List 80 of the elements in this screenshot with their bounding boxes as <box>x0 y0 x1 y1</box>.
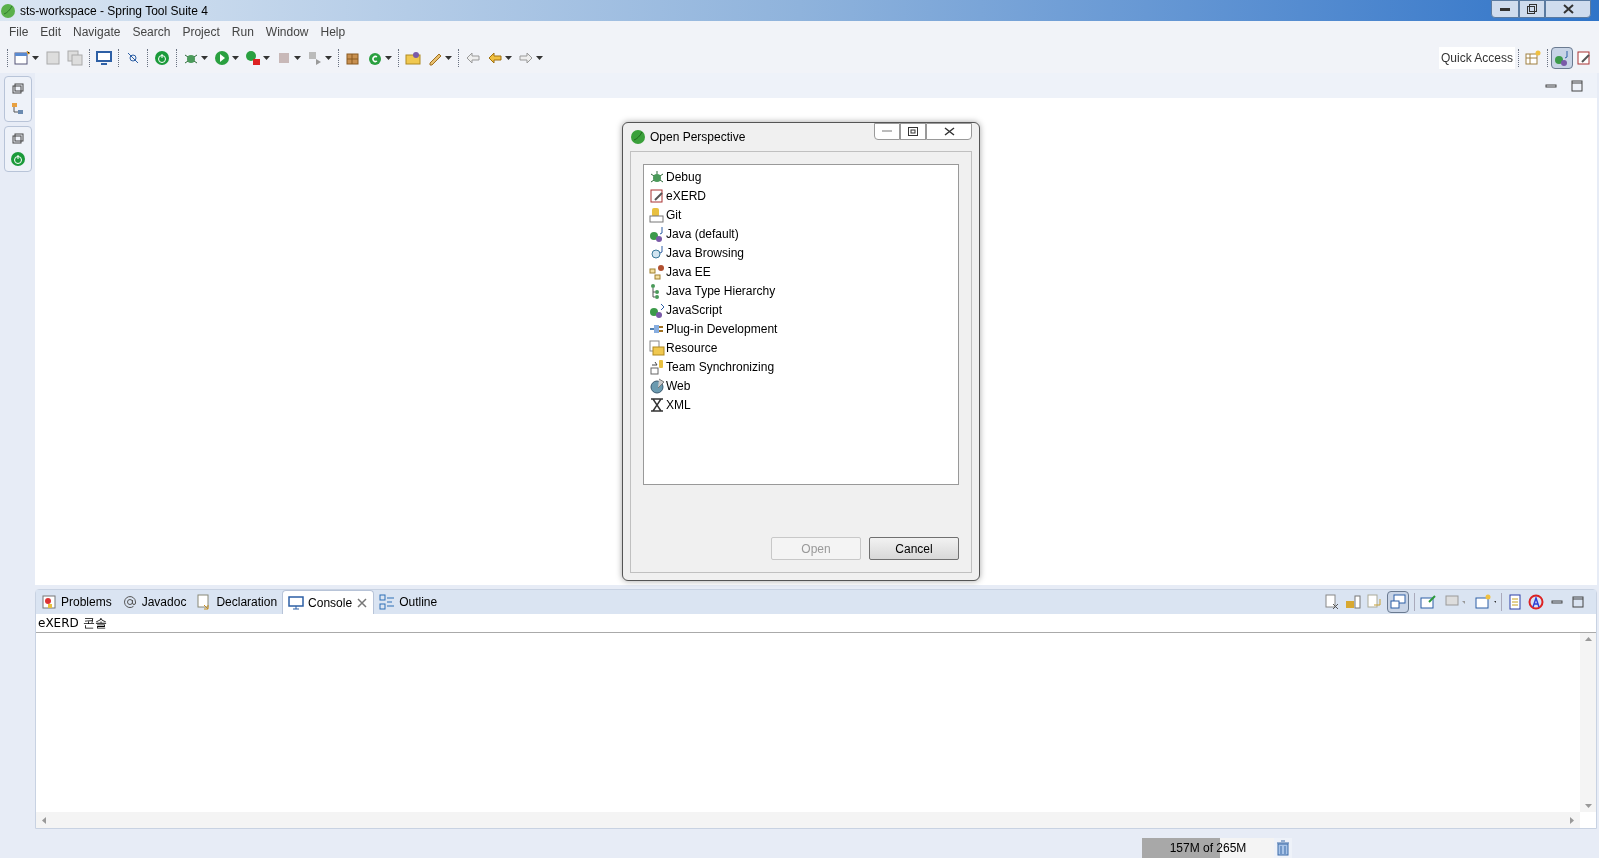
perspective-item[interactable]: Java Type Hierarchy <box>649 281 778 300</box>
power-icon <box>9 151 26 167</box>
panel-tab[interactable]: Problems <box>36 590 117 614</box>
left-arrow-icon <box>42 816 46 824</box>
minimize-icon <box>1500 7 1510 11</box>
script-perspective-icon <box>649 301 665 318</box>
menu-item[interactable]: Project <box>176 22 226 41</box>
restore-icon <box>9 81 26 97</box>
menu-item[interactable]: Help <box>314 22 352 41</box>
window-title: sts-workspace - Spring Tool Suite 4 <box>20 2 208 20</box>
letter-a-circle-icon <box>1528 594 1544 610</box>
maximize-button[interactable] <box>900 123 926 140</box>
perspective-item[interactable]: Team Synchronizing <box>649 357 777 376</box>
garbage-collect-button[interactable] <box>1274 838 1292 858</box>
clear-console-icon <box>1324 594 1340 610</box>
perspective-item[interactable]: JavaScript <box>649 300 725 319</box>
close-button[interactable] <box>926 123 972 140</box>
close-icon[interactable] <box>356 596 369 609</box>
up-arrow-icon <box>1584 637 1592 641</box>
down-arrow-icon <box>1584 804 1592 808</box>
menu-item[interactable]: Search <box>126 22 177 41</box>
menu-item[interactable]: Edit <box>34 22 68 41</box>
monitor-icon <box>288 594 305 611</box>
console-title: eXERD 콘솔 <box>38 615 107 632</box>
perspective-item[interactable]: XML <box>649 395 693 414</box>
maximize-icon <box>1570 594 1586 610</box>
perspective-item[interactable]: Resource <box>649 338 720 357</box>
sync-icon <box>649 358 665 375</box>
pin-icon <box>1420 594 1436 610</box>
perspective-item[interactable]: Git <box>649 205 684 224</box>
bean-icon <box>649 263 665 280</box>
close-icon <box>943 127 955 136</box>
word-wrap-icon <box>1366 594 1382 610</box>
tree-icon <box>9 101 26 117</box>
perspective-item[interactable]: Java Browsing <box>649 243 747 262</box>
panel-tab[interactable]: Console <box>282 590 375 614</box>
close-button[interactable] <box>1545 0 1591 18</box>
horizontal-scrollbar[interactable] <box>36 812 1580 828</box>
menu-item[interactable]: Run <box>225 22 260 41</box>
bug-icon <box>649 168 665 185</box>
menu-item[interactable]: Window <box>259 22 315 41</box>
folder-icon <box>649 339 665 356</box>
perspective-item[interactable]: Web <box>649 376 693 395</box>
minimize-icon <box>882 130 892 133</box>
perspective-item[interactable]: Debug <box>649 167 704 186</box>
restore-icon <box>1527 4 1537 14</box>
maximize-icon <box>1569 78 1585 94</box>
perspective-item[interactable]: eXERD <box>649 186 708 205</box>
right-arrow-icon <box>1570 816 1574 824</box>
restore-icon <box>9 131 26 147</box>
minimize-button[interactable] <box>1491 0 1519 18</box>
lock-icon <box>1345 594 1361 610</box>
at-sign-icon <box>121 594 138 610</box>
leaf-logo-icon <box>0 2 16 19</box>
close-icon <box>1562 4 1574 14</box>
panel-tab[interactable]: Javadoc <box>116 590 192 614</box>
panel-tab[interactable]: Declaration <box>191 590 283 614</box>
java-perspective-button[interactable] <box>1551 46 1573 69</box>
menu-item[interactable]: Navigate <box>67 22 127 41</box>
document-pencil-icon <box>649 187 665 204</box>
dialog-button[interactable]: Cancel <box>869 537 959 560</box>
globe-icon <box>649 377 665 394</box>
perspective-item[interactable]: Plug-in Development <box>649 319 780 338</box>
outline-icon <box>379 594 396 610</box>
restore-button[interactable] <box>1519 0 1545 18</box>
heap-usage: 157M of 265M <box>1168 840 1248 857</box>
dialog-title: Open Perspective <box>650 129 746 146</box>
document-list-icon <box>1507 594 1523 610</box>
panel-tab[interactable]: Outline <box>374 590 443 614</box>
database-icon <box>649 206 665 223</box>
menu-item[interactable]: File <box>3 22 35 41</box>
java-perspective-icon <box>649 225 665 242</box>
quick-access-field[interactable]: Quick Access <box>1439 46 1515 69</box>
vertical-scrollbar[interactable] <box>1580 633 1596 812</box>
problems-icon <box>41 594 57 610</box>
perspective-item[interactable]: Java (default) <box>649 224 741 243</box>
perspective-item[interactable]: Java EE <box>649 262 713 281</box>
leaf-logo-icon <box>630 129 646 145</box>
maximize-icon <box>908 127 918 136</box>
show-console-button[interactable] <box>1387 591 1409 613</box>
